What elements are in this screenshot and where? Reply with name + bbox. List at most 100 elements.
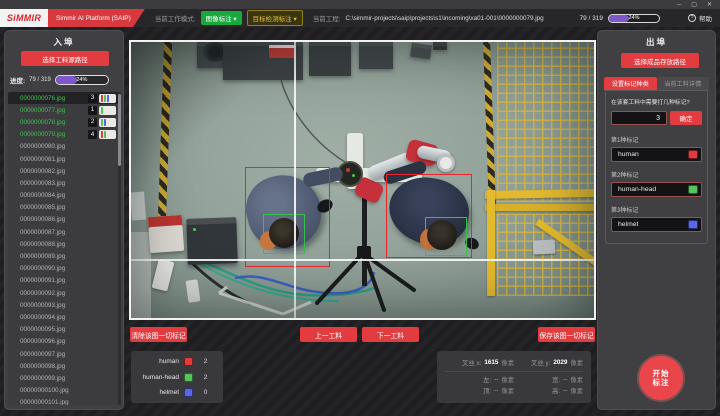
legend-label: human-head [136, 374, 184, 381]
coordinates-info-panel: 叉丝 x:1615像素 叉丝 y:2029像素 左:--像素 宽:--像素 顶:… [437, 351, 591, 403]
project-path: C:\simmir-projects\saip\projects\s1\inco… [346, 15, 544, 22]
file-mark-colors [99, 130, 116, 139]
app-window: ─ ▢ ✕ SiMMIR Simmir AI Platform (SAIP) 当… [0, 0, 720, 416]
tripod-hub [357, 246, 371, 258]
mark-type-input[interactable]: human-head [611, 182, 702, 197]
logo-text: SiMMIR [7, 13, 41, 23]
start-annotation-button[interactable]: 开始 标注 [639, 356, 683, 400]
tab-current-item-detail[interactable]: 当前工料详情 [657, 77, 710, 90]
file-item[interactable]: 0000000077.jpg1 [8, 104, 119, 116]
window-titlebar: ─ ▢ ✕ [0, 0, 720, 9]
legend-label: helmet [136, 389, 184, 396]
mark-color-swatch[interactable] [688, 185, 698, 194]
mark-color-bar [101, 95, 103, 102]
file-item[interactable]: 0000000088.jpg [8, 238, 119, 250]
file-item[interactable]: 0000000095.jpg [8, 324, 119, 336]
file-item[interactable]: 0000000091.jpg [8, 275, 119, 287]
pixel-unit: 像素 [501, 375, 514, 384]
file-item[interactable]: 0000000099.jpg [8, 372, 119, 384]
tab-set-mark-types[interactable]: 设置标记种类 [604, 77, 657, 90]
bbox-human-head-right[interactable] [425, 217, 467, 256]
file-item[interactable]: 0000000098.jpg [8, 360, 119, 372]
detection-annotation-value: 目标检测标注 [253, 16, 292, 23]
scrollbar-thumb[interactable] [118, 94, 121, 166]
annotation-canvas[interactable] [129, 40, 596, 320]
file-name: 0000000076.jpg [20, 95, 88, 102]
mark-color-bar [107, 95, 109, 102]
divider [445, 371, 583, 372]
outbound-panel-title: 出埠 [598, 36, 715, 48]
mark-color-bar [104, 95, 106, 102]
crosshair-y-value: 2029 [553, 359, 567, 366]
previous-item-button[interactable]: 上一工料 [300, 327, 357, 342]
file-mark-count: 3 [88, 94, 97, 103]
mark-type-input[interactable]: human [611, 147, 702, 162]
file-mark-colors [99, 106, 116, 115]
mark-type-group: 第2种标记human-head [611, 170, 702, 197]
file-item[interactable]: 0000000076.jpg3 [8, 92, 119, 104]
file-item[interactable]: 0000000080.jpg [8, 141, 119, 153]
mark-color-bar [104, 119, 106, 126]
image-annotation-dropdown[interactable]: 图像标注 ▾ [201, 11, 242, 25]
mark-type-input[interactable]: helmet [611, 217, 702, 232]
file-item[interactable]: 0000000089.jpg [8, 250, 119, 262]
help-button[interactable]: ? 帮助 [688, 13, 712, 23]
file-item[interactable]: 0000000086.jpg [8, 214, 119, 226]
file-item[interactable]: 0000000092.jpg [8, 287, 119, 299]
file-item[interactable]: 00000000100.jpg [8, 385, 119, 397]
work-mode-label: 当前工作模式: [155, 13, 196, 23]
file-item[interactable]: 0000000097.jpg [8, 348, 119, 360]
select-output-path-button[interactable]: 选择成品存放路径 [621, 53, 699, 68]
mark-count-input[interactable]: 3 [611, 111, 667, 125]
detection-annotation-dropdown[interactable]: 目标检测标注 ▾ [247, 10, 303, 26]
mark-types-box: 在该套工料中需要打几种标记? 3 确定 第1种标记human第2种标记human… [605, 90, 708, 244]
tripod-pole [362, 188, 367, 286]
mark-color-swatch[interactable] [688, 220, 698, 229]
maximize-icon[interactable]: ▢ [691, 2, 697, 8]
start-annotation-line1: 开始 [653, 369, 670, 379]
file-item[interactable]: 0000000087.jpg [8, 226, 119, 238]
file-name: 0000000090.jpg [20, 265, 116, 272]
bbox-human-head-left[interactable] [263, 214, 305, 254]
select-source-path-button[interactable]: 选择工料源路径 [21, 51, 109, 66]
file-name: 0000000086.jpg [20, 216, 116, 223]
file-item[interactable]: 0000000094.jpg [8, 311, 119, 323]
confirm-button[interactable]: 确定 [670, 111, 702, 125]
file-item[interactable]: 0000000090.jpg [8, 263, 119, 275]
save-all-marks-button[interactable]: 保存该图一切标记 [538, 327, 595, 342]
file-item[interactable]: 00000000101.jpg [8, 397, 119, 405]
mark-color-swatch[interactable] [688, 150, 698, 159]
next-item-button[interactable]: 下一工料 [362, 327, 419, 342]
start-annotation-line2: 标注 [653, 378, 670, 388]
file-item[interactable]: 0000000081.jpg [8, 153, 119, 165]
mark-count-question: 在该套工料中需要打几种标记? [611, 97, 702, 106]
box-height-label: 高: [552, 386, 560, 395]
file-mark-count: 1 [88, 106, 97, 115]
file-item[interactable]: 0000000085.jpg [8, 202, 119, 214]
file-name: 0000000082.jpg [20, 168, 116, 175]
file-item[interactable]: 0000000082.jpg [8, 165, 119, 177]
file-name: 0000000084.jpg [20, 192, 116, 199]
file-item[interactable]: 0000000096.jpg [8, 336, 119, 348]
file-name: 0000000080.jpg [20, 143, 116, 150]
crosshair-x-label: 叉丝 x: [462, 358, 481, 367]
file-list[interactable]: 0000000076.jpg30000000077.jpg10000000078… [8, 92, 119, 405]
wall-box [130, 192, 146, 221]
legend-count: 2 [193, 374, 218, 381]
chevron-down-icon: ▾ [233, 16, 236, 23]
minimize-icon[interactable]: ─ [677, 2, 681, 8]
file-item[interactable]: 0000000078.jpg2 [8, 116, 119, 128]
file-name: 0000000079.jpg [20, 131, 88, 138]
file-name: 0000000094.jpg [20, 314, 116, 321]
pixel-unit: 像素 [570, 375, 583, 384]
file-item[interactable]: 0000000084.jpg [8, 190, 119, 202]
inbound-panel: 入埠 选择工料源路径 进度: 79 / 319 24% 0000000076.j… [4, 30, 124, 410]
clear-all-marks-button[interactable]: 清除该图一切标记 [130, 327, 187, 342]
file-item[interactable]: 0000000079.jpg4 [8, 129, 119, 141]
pixel-unit: 像素 [501, 386, 514, 395]
file-item[interactable]: 0000000093.jpg [8, 299, 119, 311]
close-icon[interactable]: ✕ [707, 2, 712, 8]
file-item[interactable]: 0000000083.jpg [8, 177, 119, 189]
file-list-scrollbar[interactable] [118, 92, 121, 405]
file-mark-count: 4 [88, 130, 97, 139]
